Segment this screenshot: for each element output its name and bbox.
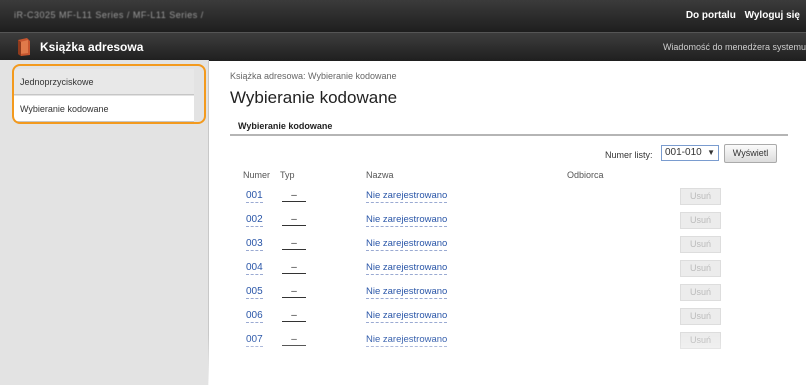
column-header-type: Typ <box>280 170 295 180</box>
entry-type: – <box>282 190 306 202</box>
column-header-name: Nazwa <box>366 170 394 180</box>
device-name: iR-C3025 MF-L11 Series / MF-L11 Series / <box>14 10 204 20</box>
table-row: 006 – Nie zarejestrowano Usuń <box>0 305 806 327</box>
table-row: 007 – Nie zarejestrowano Usuń <box>0 329 806 351</box>
entry-number-link[interactable]: 004 <box>246 262 263 275</box>
logout-link[interactable]: Wyloguj się <box>745 10 800 21</box>
entry-number-link[interactable]: 001 <box>246 190 263 203</box>
entry-number-link[interactable]: 006 <box>246 310 263 323</box>
entry-number-link[interactable]: 003 <box>246 238 263 251</box>
column-header-recipient: Odbiorca <box>567 170 604 180</box>
entry-name-link[interactable]: Nie zarejestrowano <box>366 286 448 299</box>
entry-number-link[interactable]: 007 <box>246 334 263 347</box>
top-bar: iR-C3025 MF-L11 Series / MF-L11 Series /… <box>0 0 806 32</box>
sidebar-highlight-frame <box>12 64 206 124</box>
delete-button[interactable]: Usuń <box>680 308 721 325</box>
table-row: 002 – Nie zarejestrowano Usuń <box>0 209 806 231</box>
entry-name-link[interactable]: Nie zarejestrowano <box>366 238 448 251</box>
entry-name-link[interactable]: Nie zarejestrowano <box>366 190 448 203</box>
list-number-select[interactable]: 001-010 ▼ <box>661 145 719 161</box>
entry-name-link[interactable]: Nie zarejestrowano <box>366 334 448 347</box>
column-header-number: Numer <box>243 170 271 180</box>
entry-type: – <box>282 262 306 274</box>
table-row: 004 – Nie zarejestrowano Usuń <box>0 257 806 279</box>
address-book-icon <box>18 38 30 56</box>
table-row: 001 – Nie zarejestrowano Usuń <box>0 185 806 207</box>
portal-link[interactable]: Do portalu <box>686 10 736 21</box>
entry-name-link[interactable]: Nie zarejestrowano <box>366 214 448 227</box>
app-title: Książka adresowa <box>40 40 144 54</box>
entry-type: – <box>282 238 306 250</box>
delete-button[interactable]: Usuń <box>680 332 721 349</box>
entry-type: – <box>282 286 306 298</box>
show-button[interactable]: Wyświetl <box>724 144 777 163</box>
delete-button[interactable]: Usuń <box>680 284 721 301</box>
entry-name-link[interactable]: Nie zarejestrowano <box>366 262 448 275</box>
section-title: Wybieranie kodowane <box>238 121 333 131</box>
entry-number-link[interactable]: 002 <box>246 214 263 227</box>
list-number-value: 001-010 <box>665 147 702 158</box>
title-bar: Książka adresowa Wiadomość do menedżera … <box>0 32 806 61</box>
entry-number-link[interactable]: 005 <box>246 286 263 299</box>
page-title: Wybieranie kodowane <box>230 88 398 107</box>
admin-message-link[interactable]: Wiadomość do menedżera systemu <box>663 42 806 52</box>
breadcrumb: Książka adresowa: Wybieranie kodowane <box>230 71 397 81</box>
table-row: 003 – Nie zarejestrowano Usuń <box>0 233 806 255</box>
entry-name-link[interactable]: Nie zarejestrowano <box>366 310 448 323</box>
top-links: Do portalu Wyloguj się <box>686 10 806 21</box>
delete-button[interactable]: Usuń <box>680 188 721 205</box>
delete-button[interactable]: Usuń <box>680 236 721 253</box>
list-number-label: Numer listy: <box>605 150 653 160</box>
delete-button[interactable]: Usuń <box>680 260 721 277</box>
entry-type: – <box>282 310 306 322</box>
table-row: 005 – Nie zarejestrowano Usuń <box>0 281 806 303</box>
section-header: Wybieranie kodowane <box>230 114 788 136</box>
delete-button[interactable]: Usuń <box>680 212 721 229</box>
entry-type: – <box>282 334 306 346</box>
entry-type: – <box>282 214 306 226</box>
chevron-down-icon: ▼ <box>707 148 715 157</box>
